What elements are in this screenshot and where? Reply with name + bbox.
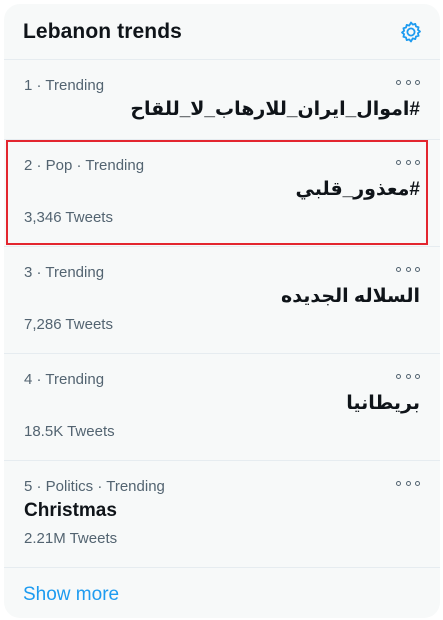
show-more-link[interactable]: Show more	[4, 568, 440, 618]
trend-name: #اموال_ايران_للارهاب_لا_للقاح	[130, 99, 420, 120]
gear-icon[interactable]	[398, 19, 424, 45]
more-options-icon[interactable]	[396, 475, 420, 491]
trends-title: Lebanon trends	[23, 19, 182, 43]
trend-tweet-count: 2.21M Tweets	[24, 530, 118, 547]
trend-item[interactable]: 2 · Pop · Trending #معذور_قلبي 3,346 Twe…	[4, 140, 440, 247]
trend-name: #معذور_قلبي	[295, 179, 420, 200]
trend-item[interactable]: 5 · Politics · Trending Christmas 2.21M …	[4, 461, 440, 568]
trend-item[interactable]: 4 · Trending بريطانيا 18.5K Tweets	[4, 354, 440, 461]
trend-item[interactable]: 1 · Trending #اموال_ايران_للارهاب_لا_للق…	[4, 60, 440, 140]
trend-tweet-count: 3,346 Tweets	[24, 209, 113, 226]
more-options-icon[interactable]	[396, 154, 420, 170]
trend-meta: 3 · Trending	[24, 264, 105, 281]
trend-item[interactable]: 3 · Trending السلاله الجديده 7,286 Tweet…	[4, 247, 440, 354]
trend-name: السلاله الجديده	[281, 286, 420, 307]
trend-name: بريطانيا	[346, 393, 420, 414]
trends-header: Lebanon trends	[4, 4, 440, 60]
more-options-icon[interactable]	[396, 261, 420, 277]
trends-panel: Lebanon trends 1 · Trending #اموال_ايران…	[4, 4, 440, 618]
trend-meta: 2 · Pop · Trending	[24, 157, 145, 174]
more-options-icon[interactable]	[396, 74, 420, 90]
trend-meta: 4 · Trending	[24, 371, 105, 388]
trend-name: Christmas	[24, 500, 117, 521]
trend-tweet-count: 7,286 Tweets	[24, 316, 113, 333]
trend-meta: 5 · Politics · Trending	[24, 478, 165, 495]
trend-meta: 1 · Trending	[24, 77, 105, 94]
trend-tweet-count: 18.5K Tweets	[24, 423, 115, 440]
more-options-icon[interactable]	[396, 368, 420, 384]
